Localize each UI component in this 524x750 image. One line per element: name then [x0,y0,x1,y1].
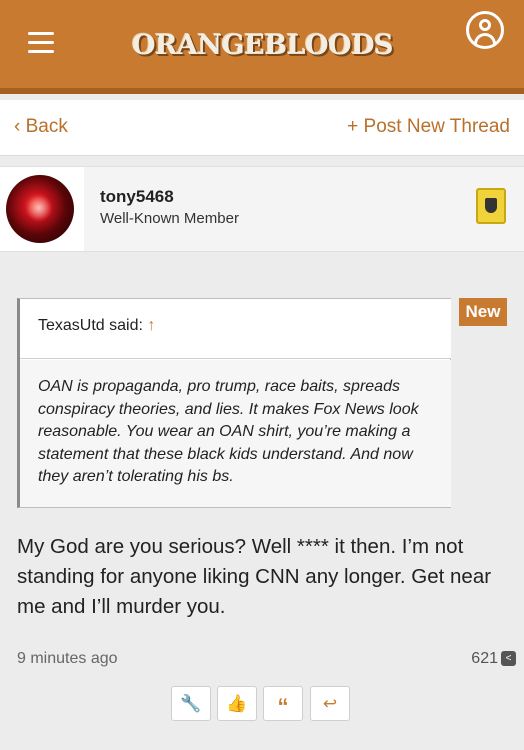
back-label: Back [25,116,68,137]
back-button[interactable]: ‹ Back [14,116,68,138]
jump-to-quote-icon[interactable]: ↑ [147,317,155,334]
user-circle-icon[interactable] [466,11,504,49]
thread-nav-bar: ‹ Back + Post New Thread [0,100,524,156]
shield-badge-icon[interactable] [476,188,506,224]
member-info-bar: tony5468 Well-Known Member [0,166,524,252]
post-message: My God are you serious? Well **** it the… [17,535,492,618]
site-logo[interactable]: ORANGEBLOODS [132,26,393,66]
site-header: ORANGEBLOODS [0,0,524,94]
wrench-icon: 🔧 [180,694,202,713]
post-number[interactable]: 621 [471,650,498,668]
thumbs-up-icon: 👍 [226,694,248,713]
user-title: Well-Known Member [100,210,239,227]
avatar-container [0,167,84,251]
quote-header: TexasUtd said: ↑ [20,299,451,359]
avatar[interactable] [6,175,74,243]
quote-block: TexasUtd said: ↑ OAN is propaganda, pro … [17,298,451,508]
chevron-left-icon: ‹ [14,116,21,137]
plus-icon: + [347,116,359,137]
quote-author: TexasUtd said: [38,317,148,334]
quote-button[interactable]: “ [263,686,303,721]
quote-text: OAN is propaganda, pro trump, race baits… [20,360,451,507]
hamburger-menu-icon[interactable] [28,32,54,54]
post-new-thread-label: Post New Thread [363,116,510,137]
reply-button[interactable]: ↩ [310,686,350,721]
reply-icon: ↩ [322,694,338,713]
new-badge: New [459,298,507,326]
quote-icon: “ [277,694,289,719]
share-icon[interactable]: < [501,651,516,666]
edit-button[interactable]: 🔧 [171,686,211,721]
post-timestamp[interactable]: 9 minutes ago [17,650,118,668]
like-button[interactable]: 👍 [217,686,257,721]
post-new-thread-button[interactable]: + Post New Thread [347,116,510,138]
username-link[interactable]: tony5468 [100,187,174,207]
